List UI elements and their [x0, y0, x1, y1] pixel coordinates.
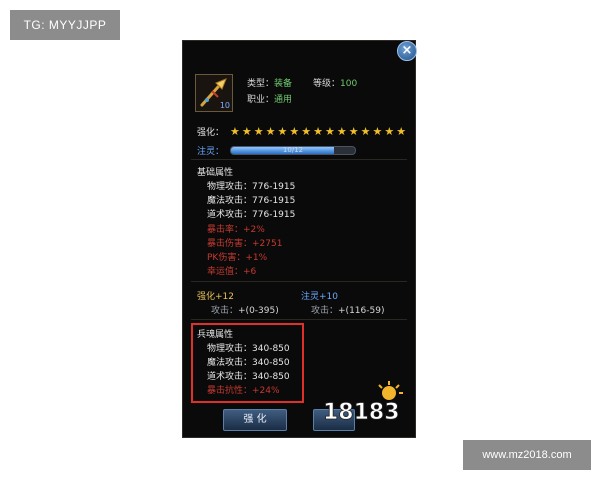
base-attr-tao: 道术攻击：776-1915 [207, 210, 296, 220]
close-icon[interactable]: × [397, 41, 417, 61]
star-icon: ★ [384, 125, 395, 138]
enhance-button[interactable]: 强 化 [223, 409, 287, 431]
star-icon: ★ [253, 125, 264, 138]
extra-attr-pk-damage: PK伤害：+1% [207, 253, 268, 263]
soul-bonus-title: 注灵+10 [301, 292, 338, 302]
enhance-stars-row: 强化： ★ ★ ★ ★ ★ ★ ★ ★ ★ ★ ★ ★ ★ ★ ★ [197, 125, 406, 138]
soul-progress-bar: 10/12 [230, 146, 357, 155]
star-icon: ★ [372, 125, 383, 138]
site-logo: 18183 [323, 381, 403, 425]
star-icon: ★ [348, 125, 359, 138]
extra-attr-crit-damage: 暴击伤害：+2751 [207, 239, 283, 249]
extra-attr-crit-rate: 暴击率：+2% [207, 225, 265, 235]
sun-rays-icon [378, 381, 403, 400]
star-icon: ★ [277, 125, 288, 138]
soul-bonus-attack: 攻击：+(116-59) [311, 306, 385, 316]
base-attr-magic: 魔法攻击：776-1915 [207, 196, 296, 206]
star-icon: ★ [336, 125, 347, 138]
star-icon: ★ [325, 125, 335, 138]
item-class: 职业：通用 [247, 95, 293, 105]
star-icon: ★ [265, 125, 276, 138]
star-icon: ★ [289, 125, 300, 138]
item-icon-level: 10 [219, 101, 230, 110]
divider [191, 281, 407, 282]
watermark-top-left: TG: MYYJJPP [10, 10, 120, 40]
base-attributes-title: 基础属性 [197, 168, 234, 178]
star-icon: ★ [301, 125, 312, 138]
soul-progress-text: 10/12 [282, 146, 304, 154]
divider [191, 159, 407, 160]
star-icon: ★ [230, 125, 240, 138]
item-level: 等级：100 [313, 79, 358, 89]
item-type: 类型：装备 [247, 79, 293, 89]
star-icon: ★ [396, 125, 407, 138]
item-tooltip-panel: × 10 类型：装备 等级：100 职业：通用 强化： ★ ★ ★ ★ ★ ★ ★ ★ ★ ★ ★ ★… [182, 40, 417, 438]
soul-label: 注灵： [197, 147, 225, 157]
star-rating: ★ ★ ★ ★ ★ ★ ★ ★ ★ ★ ★ ★ ★ ★ ★ [230, 126, 406, 137]
extra-attr-luck: 幸运值：+6 [207, 267, 257, 277]
base-attr-physical: 物理攻击：776-1915 [207, 182, 296, 192]
star-icon: ★ [241, 125, 252, 138]
logo-text: 18183 [323, 400, 400, 425]
enhance-bonus-attack: 攻击：+(0-395) [211, 306, 279, 316]
soul-progress-row: 注灵： 10/12 [197, 144, 357, 157]
item-icon-slot[interactable]: 10 [195, 74, 233, 112]
enhance-bonus-title: 强化+12 [197, 292, 234, 302]
star-icon: ★ [360, 125, 371, 138]
star-icon: ★ [313, 125, 324, 138]
enhance-label: 强化： [197, 128, 225, 138]
watermark-bottom-right: www.mz2018.com [463, 440, 591, 470]
soul-attributes-highlight-box [191, 323, 304, 403]
divider [191, 319, 407, 320]
